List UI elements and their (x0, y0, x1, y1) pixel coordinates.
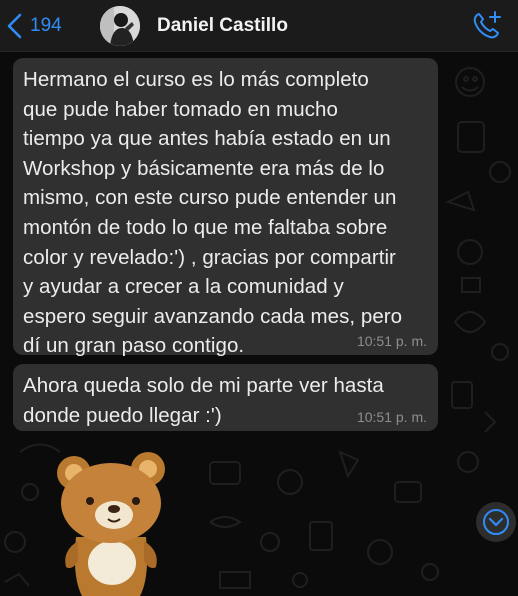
scroll-to-bottom-button[interactable] (476, 502, 516, 542)
contact-name[interactable]: Daniel Castillo (157, 15, 288, 37)
add-call-button[interactable] (468, 8, 504, 44)
chevron-down-icon (483, 509, 509, 535)
avatar-photo (100, 6, 140, 46)
teddy-bear-sticker[interactable] (36, 445, 186, 596)
message-timestamp: 10:51 p. m. (356, 409, 427, 425)
message-text: Hermano el curso es lo más completo que … (23, 68, 403, 358)
message-bubble[interactable]: Hermano el curso es lo más completo que … (13, 58, 438, 357)
message-bubble[interactable]: Ahora queda solo de mi parte ver hasta d… (13, 364, 438, 431)
message-timestamp: 10:51 p. m. (356, 333, 427, 349)
avatar[interactable] (100, 6, 140, 46)
chat-header: 194 Daniel Castillo (0, 0, 518, 52)
add-call-icon (473, 11, 501, 39)
chevron-left-icon (7, 13, 22, 39)
back-button[interactable]: 194 (6, 11, 62, 41)
unread-count: 194 (30, 15, 62, 36)
